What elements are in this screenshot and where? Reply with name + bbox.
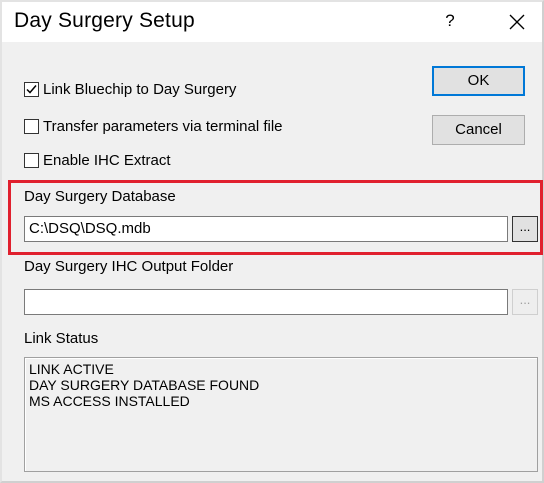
link-status-line: MS ACCESS INSTALLED <box>29 393 190 409</box>
checkbox-box[interactable] <box>24 81 39 97</box>
link-bluechip-label: Link Bluechip to Day Surgery <box>43 80 237 98</box>
close-button[interactable] <box>492 2 542 42</box>
help-button[interactable]: ? <box>430 2 470 42</box>
link-status-box: LINK ACTIVE DAY SURGERY DATABASE FOUND M… <box>24 357 538 472</box>
link-bluechip-checkbox[interactable]: Link Bluechip to Day Surgery <box>24 78 236 100</box>
link-status-label: Link Status <box>24 330 99 347</box>
enable-ihc-extract-label: Enable IHC Extract <box>43 151 171 169</box>
ihc-output-browse-button[interactable]: ... <box>512 289 538 315</box>
day-surgery-setup-dialog: Day Surgery Setup ? Link Bluechip to Day… <box>0 0 544 483</box>
day-surgery-database-field[interactable]: C:\DSQ\DSQ.mdb <box>24 216 508 242</box>
dialog-body: Link Bluechip to Day Surgery Transfer pa… <box>2 42 543 481</box>
checkbox-box[interactable] <box>24 118 39 134</box>
title-bar: Day Surgery Setup ? <box>2 2 542 42</box>
ok-button[interactable]: OK <box>432 66 525 96</box>
link-status-line: DAY SURGERY DATABASE FOUND <box>29 377 260 393</box>
transfer-parameters-label: Transfer parameters via terminal file <box>43 117 283 135</box>
transfer-parameters-checkbox[interactable]: Transfer parameters via terminal file <box>24 115 283 137</box>
checkbox-box[interactable] <box>24 152 39 168</box>
dialog-title: Day Surgery Setup <box>14 9 195 32</box>
database-browse-button[interactable]: ... <box>512 216 538 242</box>
link-status-line: LINK ACTIVE <box>29 361 114 377</box>
checkmark-icon <box>26 84 37 94</box>
ihc-output-folder-field[interactable] <box>24 289 508 315</box>
cancel-button[interactable]: Cancel <box>432 115 525 145</box>
close-icon <box>509 14 525 30</box>
day-surgery-database-label: Day Surgery Database <box>24 188 176 205</box>
ihc-output-folder-label: Day Surgery IHC Output Folder <box>24 258 234 275</box>
enable-ihc-extract-checkbox[interactable]: Enable IHC Extract <box>24 149 171 171</box>
